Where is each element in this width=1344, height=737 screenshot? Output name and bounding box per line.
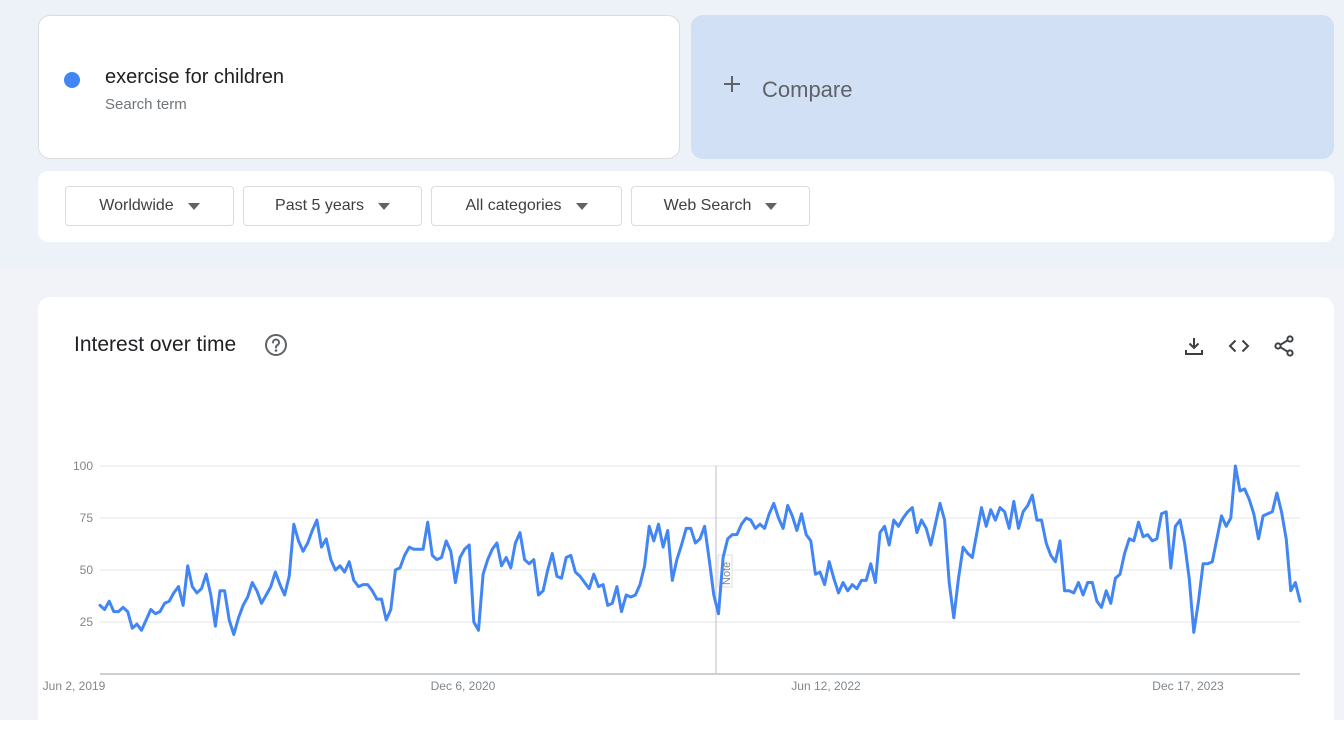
- filter-location-label: Worldwide: [99, 197, 174, 214]
- interest-over-time-card: Interest over time 25 50 75 100 Jun 2, 2019…: [38, 297, 1334, 737]
- series-line[interactable]: [98, 464, 1302, 636]
- filter-search-type[interactable]: Web Search: [631, 186, 810, 226]
- compare-button[interactable]: Compare: [691, 15, 1334, 159]
- y-tick-label: 50: [80, 563, 94, 577]
- y-tick-label: 100: [73, 459, 93, 473]
- filter-search-type-label: Web Search: [663, 197, 752, 214]
- x-tick-label: Dec 17, 2023: [1152, 679, 1224, 693]
- y-tick-label: 25: [80, 615, 94, 629]
- x-tick-label: Jun 12, 2022: [791, 679, 861, 693]
- caret-down-icon: [575, 202, 588, 210]
- caret-down-icon: [765, 202, 778, 210]
- search-term-color-dot: [64, 72, 80, 88]
- x-tick-label: Dec 6, 2020: [431, 679, 496, 693]
- caret-down-icon: [377, 202, 390, 210]
- filter-category-label: All categories: [465, 197, 562, 214]
- x-tick-label: Jun 2, 2019: [43, 679, 106, 693]
- compare-label: Compare: [762, 77, 853, 102]
- plus-icon: [724, 76, 740, 92]
- search-term-type: Search term: [105, 96, 187, 113]
- search-term-card[interactable]: exercise for children Search term: [38, 15, 680, 159]
- search-term-name[interactable]: exercise for children: [105, 66, 284, 89]
- interest-line-chart: 25 50 75 100 Jun 2, 2019 Dec 6, 2020 Jun 12, …: [43, 459, 1302, 693]
- filter-time-range[interactable]: Past 5 years: [243, 186, 422, 226]
- filter-time-range-label: Past 5 years: [275, 197, 364, 214]
- filter-category[interactable]: All categories: [431, 186, 622, 226]
- y-tick-label: 75: [80, 511, 94, 525]
- caret-down-icon: [187, 202, 200, 210]
- filter-location[interactable]: Worldwide: [65, 186, 234, 226]
- filters-bar: Worldwide Past 5 years All categories We…: [38, 171, 1334, 242]
